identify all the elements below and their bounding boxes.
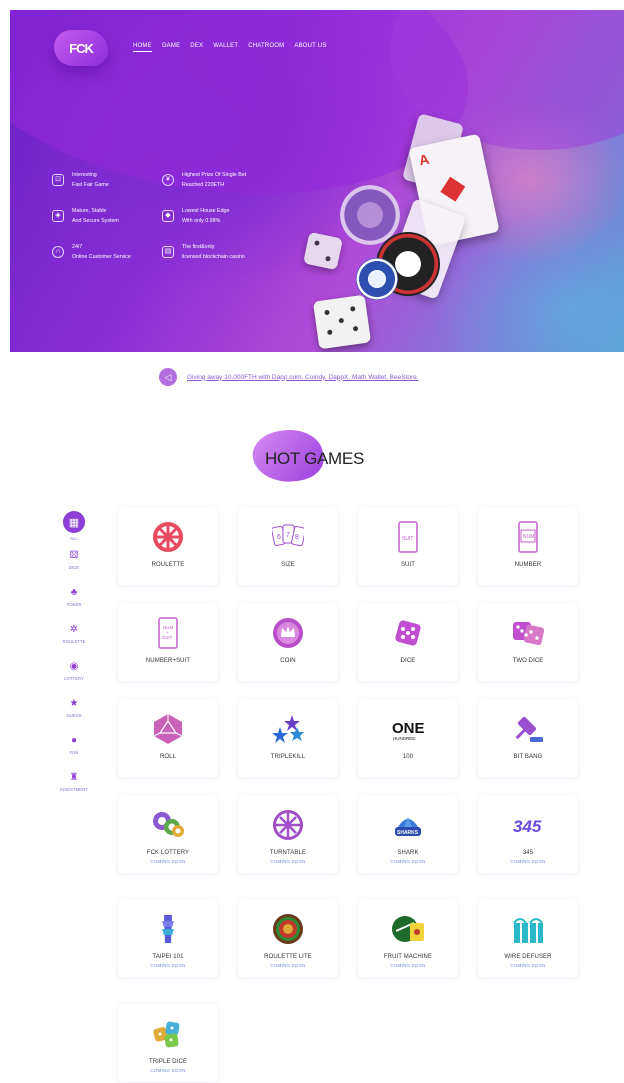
three-stars-icon — [272, 715, 304, 743]
shark-icon: SHARKS — [395, 817, 421, 836]
game-card-fruit-machine[interactable]: FRUIT MACHINE COMING SOON — [358, 899, 458, 977]
dice-icon — [395, 620, 421, 646]
game-card-345[interactable]: 345 345 COMING SOON — [478, 795, 578, 873]
sidebar-item-dice[interactable]: ⚄ DICE — [58, 545, 90, 582]
game-card-suit[interactable]: SUIT SUIT — [358, 507, 458, 585]
nav-chatroom[interactable]: CHATROOM — [248, 43, 284, 52]
game-card-size[interactable]: 678 SIZE — [238, 507, 338, 585]
taipei-tower-icon — [162, 915, 174, 943]
coin-icon: ¥ — [162, 174, 174, 186]
svg-text:SHARKS: SHARKS — [397, 830, 419, 836]
investment-icon: ♜ — [69, 771, 79, 783]
size-cards-icon: 678 — [272, 524, 304, 547]
turntable-icon — [273, 810, 303, 840]
hot-games-heading: HOT GAMES — [249, 425, 393, 487]
dice-cube — [312, 294, 372, 350]
number-suit-card-icon: NUM+SUIT — [158, 617, 178, 649]
nav-wallet[interactable]: WALLET — [213, 43, 238, 52]
feature-customer-service: ∩ 24/7 Online Customer Service — [52, 242, 131, 262]
svg-text:345: 345 — [513, 817, 542, 836]
crown-coin-icon — [273, 618, 303, 648]
poker-chip-blue — [356, 258, 398, 300]
lottery-icon: ◉ — [69, 660, 79, 672]
number-card-icon: NUM — [518, 521, 538, 553]
game-card-triplekill[interactable]: TRIPLEKILL — [238, 699, 338, 777]
poker-icon: ♣ — [70, 586, 78, 598]
svg-text:SUIT: SUIT — [162, 635, 173, 640]
game-card-dice[interactable]: DICE — [358, 603, 458, 681]
wire-defuser-icon — [513, 918, 543, 943]
lottery-balls-icon — [153, 812, 184, 837]
fun-icon: ● — [70, 734, 78, 746]
suit-card-icon: SUIT — [398, 521, 418, 553]
roulette-lite-icon — [273, 914, 303, 944]
game-card-fck-lottery[interactable]: FCK LOTTERY COMING SOON — [118, 795, 218, 873]
main-nav: HOME GAME DEX WALLET CHATROOM ABOUT US — [133, 43, 327, 52]
game-card-number-suit[interactable]: NUM + SUIT NUMBER+SUIT — [118, 603, 218, 681]
nav-home[interactable]: HOME — [133, 43, 152, 52]
game-card-bit-bang[interactable]: BIT BANG — [478, 699, 578, 777]
345-icon: 345 — [513, 817, 542, 836]
nav-about-us[interactable]: ABOUT US — [294, 43, 326, 52]
nav-dex[interactable]: DEX — [190, 43, 203, 52]
license-icon: ▤ — [162, 246, 174, 258]
game-card-roulette-lite[interactable]: ROULETTE LITE COMING SOON — [238, 899, 338, 977]
nav-game[interactable]: GAME — [162, 43, 180, 52]
game-card-triple-dice[interactable]: TRIPLE DICE COMING SOON — [118, 1004, 218, 1082]
sidebar-item-fun[interactable]: ● FUN — [58, 730, 90, 767]
section-title: HOT GAMES — [265, 449, 365, 468]
two-dice-icon — [513, 622, 544, 646]
feature-highest-prize: ¥ Highest Prize Of Single Bet Reached 220… — [162, 170, 246, 190]
hero-banner: A FCK HOME GAME DEX WALLET CHATROOM ABOU… — [10, 10, 624, 352]
roulette-wheel-icon — [153, 522, 183, 552]
announcement-link[interactable]: Giving away 10,000FTH with Dapp.com, Coi… — [187, 374, 419, 381]
roulette-icon: ✲ — [69, 623, 79, 635]
svg-text:8: 8 — [295, 534, 299, 541]
announcement-bar: ◁ Giving away 10,000FTH with Dapp.com, C… — [159, 368, 419, 386]
game-card-100[interactable]: ONE HUNDRED 100 — [358, 699, 458, 777]
game-card-roll[interactable]: ROLL — [118, 699, 218, 777]
svg-text:7: 7 — [286, 532, 290, 539]
guess-icon: ★ — [69, 697, 79, 709]
feature-secure-system: ◈ Mature, Stable And Secure System — [52, 206, 119, 226]
sidebar-item-investment[interactable]: ♜ INVESTMENT — [58, 767, 90, 804]
sidebar-item-lottery[interactable]: ◉ LOTTERY — [58, 656, 90, 693]
speaker-icon: ◁ — [159, 368, 177, 386]
game-card-roulette[interactable]: ROULETTE — [118, 507, 218, 585]
sidebar-item-roulette[interactable]: ✲ ROULETTE — [58, 619, 90, 656]
one-hundred-icon: ONEHUNDRED — [392, 720, 424, 741]
polyhedron-icon — [153, 714, 183, 744]
category-sidebar: ▦ ALL ⚄ DICE ♣ POKER ✲ ROULETTE ◉ LOTTERY ★ GU… — [58, 508, 90, 804]
game-card-taipei-101[interactable]: TAIPEI 101 COMING SOON — [118, 899, 218, 977]
shield-icon: ◈ — [52, 210, 64, 222]
game-card-shark[interactable]: SHARKS SHARK COMING SOON — [358, 795, 458, 873]
svg-text:6: 6 — [277, 534, 281, 541]
feature-house-edge: ◆ Lowest House Edge With only 0.98% — [162, 206, 229, 226]
dice-icon: ⚄ — [69, 549, 79, 561]
gavel-icon — [515, 716, 543, 742]
game-card-number[interactable]: NUM NUMBER — [478, 507, 578, 585]
feature-fair-game: ⊡ Interesting Fast Fair Game — [52, 170, 109, 190]
all-icon: ▦ — [63, 511, 85, 533]
brand-logo[interactable]: FCK — [54, 30, 108, 66]
svg-text:NUM: NUM — [523, 534, 534, 540]
svg-text:SUIT: SUIT — [402, 536, 413, 542]
game-card-turntable[interactable]: TURNTABLE COMING SOON — [238, 795, 338, 873]
feature-licensed-casino: ▤ The first&only licensed blockchain casi… — [162, 242, 245, 262]
game-card-two-dice[interactable]: TWO DICE — [478, 603, 578, 681]
fruit-machine-icon — [392, 916, 424, 942]
svg-text:ONE: ONE — [392, 720, 424, 737]
dice-cube-small — [303, 231, 343, 271]
sidebar-item-all[interactable]: ▦ ALL — [58, 508, 90, 545]
triple-dice-icon — [153, 1021, 180, 1048]
svg-text:HUNDRED: HUNDRED — [393, 736, 416, 741]
game-card-coin[interactable]: COIN — [238, 603, 338, 681]
sidebar-item-poker[interactable]: ♣ POKER — [58, 582, 90, 619]
game-card-wire-defuser[interactable]: WIRE DEFUSER COMING SOON — [478, 899, 578, 977]
chart-icon: ◆ — [162, 210, 174, 222]
sidebar-item-guess[interactable]: ★ GUESS — [58, 693, 90, 730]
gamepad-icon: ⊡ — [52, 174, 64, 186]
headset-icon: ∩ — [52, 246, 64, 258]
